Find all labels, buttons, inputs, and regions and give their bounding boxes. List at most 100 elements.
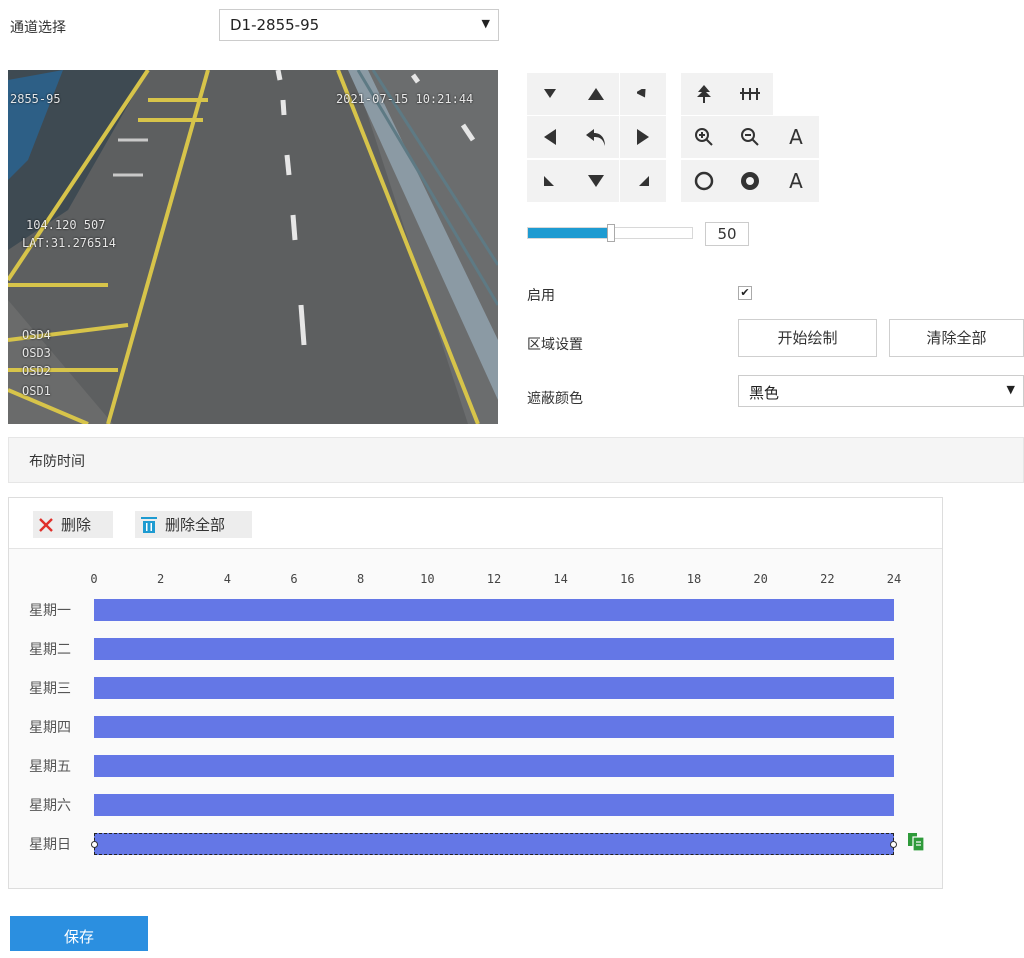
time-tick-label: 22: [820, 572, 835, 586]
clear-all-button[interactable]: 清除全部: [889, 319, 1024, 357]
ptz-down-left-button[interactable]: [527, 160, 573, 202]
channel-select-label: 通道选择: [10, 20, 66, 36]
osd-line-2: OSD2: [22, 364, 51, 378]
aperture-open-icon: [694, 171, 714, 191]
day-label: 星期五: [29, 759, 71, 775]
schedule-bar[interactable]: [94, 638, 894, 660]
ptz-up-left-button[interactable]: [527, 73, 573, 115]
zoom-in-button[interactable]: [681, 116, 727, 158]
time-tick-label: 18: [686, 572, 702, 586]
ptz-right-button[interactable]: [620, 116, 666, 158]
arrow-up-right-icon: [637, 89, 646, 98]
schedule-bar[interactable]: [94, 599, 894, 621]
osd-line-1: OSD1: [22, 384, 51, 398]
focus-near-button[interactable]: [681, 73, 727, 115]
day-label: 星期四: [29, 720, 71, 736]
ptz-reset-button[interactable]: [573, 116, 619, 158]
close-icon: [39, 517, 53, 532]
arrow-down-right-icon: [639, 176, 649, 186]
ptz-speed-slider[interactable]: [527, 224, 693, 242]
arming-time-section: 布防时间: [8, 437, 1024, 483]
time-tick-label: 6: [290, 572, 298, 586]
delete-button[interactable]: 删除: [33, 511, 113, 538]
osd-line-3: OSD3: [22, 346, 51, 360]
time-tick-label: 8: [357, 572, 365, 586]
day-label: 星期三: [29, 681, 71, 697]
chevron-down-icon: ▼: [1006, 383, 1015, 396]
time-tick-label: 2: [157, 572, 165, 586]
start-draw-button[interactable]: 开始绘制: [738, 319, 877, 357]
arrow-up-icon: [588, 88, 604, 100]
mask-color-value: 黑色: [749, 384, 780, 402]
arrow-down-left-icon: [544, 176, 554, 186]
day-label: 星期六: [29, 798, 71, 814]
focus-far-button[interactable]: [727, 73, 773, 115]
schedule-bar[interactable]: [94, 677, 894, 699]
iris-small-button[interactable]: A: [773, 160, 819, 202]
ptz-down-button[interactable]: [573, 160, 619, 202]
time-tick-label: 20: [753, 572, 768, 586]
section-title: 布防时间: [29, 454, 85, 470]
channel-select[interactable]: D1-2855-95 ▼: [219, 9, 499, 41]
day-label: 星期二: [29, 642, 71, 658]
delete-label: 删除: [61, 516, 92, 534]
arrow-left-icon: [544, 129, 556, 145]
resize-handle[interactable]: [890, 841, 897, 848]
time-tick-label: 0: [90, 572, 98, 586]
delete-all-label: 删除全部: [165, 516, 226, 534]
osd-channel-name: 2855-95: [10, 92, 61, 106]
schedule-bar[interactable]: [91, 833, 897, 855]
save-button[interactable]: 保存: [10, 916, 148, 951]
schedule-bar[interactable]: [94, 794, 894, 816]
arrow-right-icon: [637, 129, 649, 145]
slider-fill: [528, 228, 610, 238]
time-tick-label: 12: [486, 572, 502, 586]
copy-schedule-icon[interactable]: [908, 833, 925, 855]
ptz-left-button[interactable]: [527, 116, 573, 158]
ptz-up-button[interactable]: [573, 73, 619, 115]
iris-large-button[interactable]: A: [773, 116, 819, 158]
time-tick-label: 14: [553, 572, 568, 586]
schedule-panel: 删除 删除全部 0 2 4 6 8 10 12 14 16 18 20 22 24 星期一 星期二 星期三 星期…: [8, 497, 943, 889]
ptz-up-right-button[interactable]: [620, 73, 666, 115]
chevron-down-icon: ▼: [481, 17, 490, 30]
undo-arrow-icon: [586, 129, 605, 146]
time-tick-label: 4: [223, 572, 231, 586]
channel-select-value: D1-2855-95: [230, 16, 320, 34]
schedule-bar[interactable]: [94, 755, 894, 777]
video-preview[interactable]: 2855-95 2021-07-15 10:21:44 104.120 507 …: [8, 70, 498, 424]
enable-label: 启用: [527, 288, 555, 304]
aperture-close-icon: [741, 172, 759, 190]
ptz-speed-value[interactable]: 50: [705, 222, 749, 246]
osd-latitude: LAT:31.276514: [22, 236, 116, 250]
delete-all-button[interactable]: 删除全部: [135, 511, 252, 538]
zoom-out-button[interactable]: [727, 116, 773, 158]
mask-color-label: 遮蔽颜色: [527, 391, 583, 407]
tree-icon: [697, 85, 711, 103]
zoom-in-icon: [695, 128, 713, 146]
iris-close-button[interactable]: [727, 160, 773, 202]
schedule-bar[interactable]: [94, 716, 894, 738]
region-setting-label: 区域设置: [527, 337, 583, 353]
resize-handle[interactable]: [91, 841, 98, 848]
mask-color-select[interactable]: 黑色 ▼: [738, 375, 1024, 407]
ptz-down-right-button[interactable]: [620, 160, 666, 202]
osd-longitude: 104.120 507: [26, 218, 106, 232]
time-tick-label: 16: [620, 572, 635, 586]
trash-icon: [141, 517, 157, 533]
osd-line-4: OSD4: [22, 328, 51, 342]
slider-handle[interactable]: [607, 224, 615, 242]
day-label: 星期一: [29, 603, 71, 619]
enable-checkbox[interactable]: ✔: [738, 286, 752, 300]
schedule-toolbar: 删除 删除全部: [9, 498, 942, 549]
osd-timestamp: 2021-07-15 10:21:44: [336, 92, 474, 106]
arrow-down-icon: [588, 175, 604, 187]
copy-icon: [908, 833, 925, 852]
zoom-out-icon: [741, 128, 759, 146]
time-tick-label: 24: [886, 572, 902, 586]
iris-open-button[interactable]: [681, 160, 727, 202]
forest-icon: [740, 88, 760, 100]
arrow-up-left-icon: [544, 89, 556, 98]
day-label: 星期日: [29, 837, 71, 853]
time-tick-label: 10: [420, 572, 435, 586]
